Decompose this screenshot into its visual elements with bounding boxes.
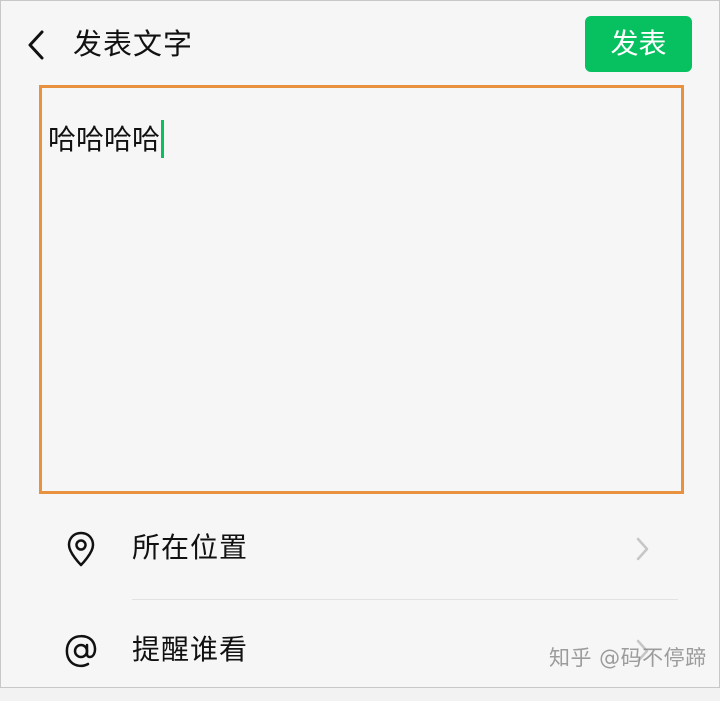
location-pin-icon bbox=[61, 529, 101, 569]
location-option[interactable]: 所在位置 bbox=[1, 499, 720, 599]
chevron-right-icon bbox=[633, 533, 651, 565]
location-label: 所在位置 bbox=[132, 531, 249, 564]
page-title: 发表文字 bbox=[73, 27, 194, 61]
editor-content[interactable]: 哈哈哈哈 bbox=[48, 120, 165, 160]
at-sign-icon bbox=[61, 631, 101, 671]
text-cursor bbox=[161, 120, 165, 158]
publish-button[interactable]: 发表 bbox=[585, 16, 692, 72]
remind-label: 提醒谁看 bbox=[132, 633, 249, 666]
app-screen: 发表文字 发表 哈哈哈哈 所在位置 提醒谁看 知乎 @码不停蹄 bbox=[0, 0, 720, 688]
divider bbox=[132, 599, 678, 600]
back-icon[interactable] bbox=[23, 27, 53, 63]
top-bar: 发表文字 发表 bbox=[1, 1, 720, 89]
text-editor[interactable]: 哈哈哈哈 bbox=[39, 85, 684, 494]
watermark: 知乎 @码不停蹄 bbox=[549, 646, 707, 670]
editor-text-value: 哈哈哈哈 bbox=[48, 123, 161, 156]
